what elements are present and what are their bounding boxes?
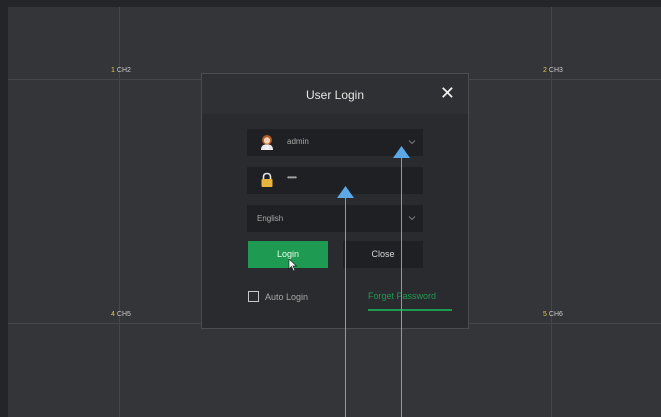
chevron-down-icon[interactable] xyxy=(408,138,416,146)
annotation-arrow-line xyxy=(401,156,402,417)
checkbox-box[interactable] xyxy=(248,291,259,302)
chevron-down-icon[interactable] xyxy=(408,214,416,222)
close-button[interactable]: Close xyxy=(343,241,423,268)
channel-label-ch6: 5 CH6 xyxy=(543,311,563,318)
language-select[interactable]: English xyxy=(247,205,423,232)
user-avatar-icon xyxy=(261,135,273,150)
auto-login-label: Auto Login xyxy=(265,292,309,302)
password-mask: ••••• xyxy=(287,173,297,182)
language-value: English xyxy=(257,214,284,223)
password-field[interactable]: ••••• xyxy=(247,167,423,194)
channel-label-ch5: 4 CH5 xyxy=(111,311,131,318)
channel-label-ch3: 2 CH3 xyxy=(543,67,563,74)
lock-icon xyxy=(261,172,273,187)
forgot-password-link[interactable]: Forget Password xyxy=(368,291,436,301)
annotation-arrow-line xyxy=(345,196,346,417)
annotation-arrow-head-icon xyxy=(337,186,354,198)
dialog-header: User Login ✕ xyxy=(202,74,468,114)
username-value: admin xyxy=(287,137,309,146)
annotation-arrow-head-icon xyxy=(393,146,410,158)
mouse-cursor-icon xyxy=(288,258,298,272)
auto-login-checkbox[interactable]: Auto Login xyxy=(248,291,308,302)
forgot-password-underline xyxy=(368,309,452,311)
close-icon[interactable]: ✕ xyxy=(440,83,455,103)
dialog-title: User Login xyxy=(305,88,365,102)
channel-label-ch2: 1 CH2 xyxy=(111,67,131,74)
